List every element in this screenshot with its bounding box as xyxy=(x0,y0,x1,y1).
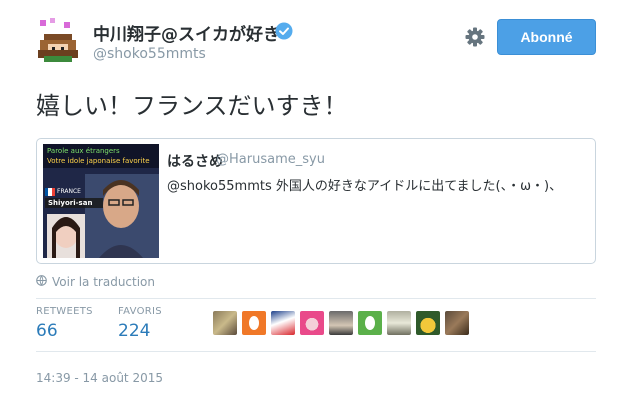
translate-link-label[interactable]: Voir la traduction xyxy=(52,275,155,289)
tweet-text: 嬉しい！フランスだいすき！ xyxy=(36,92,348,120)
favorites-stat[interactable]: FAVORIS 224 xyxy=(118,306,162,341)
favoriter-avatar[interactable] xyxy=(416,311,440,335)
retweets-label: RETWEETS xyxy=(36,306,93,317)
quoted-tweet-text: @shoko55mmts 外国人の好きなアイドルに出てました(、・ω・)、 xyxy=(167,179,563,194)
verified-badge-icon xyxy=(275,22,293,40)
quoted-tweet-card[interactable]: Parole aux étrangers Votre idole japonai… xyxy=(36,138,596,264)
favoriter-avatar[interactable] xyxy=(387,311,411,335)
author-name[interactable]: 中川翔子@スイカが好き xyxy=(93,20,280,45)
stats-bottom-divider xyxy=(36,351,596,352)
author-handle[interactable]: @shoko55mmts xyxy=(93,46,206,62)
favoriter-avatar[interactable] xyxy=(213,311,237,335)
favoriter-avatar[interactable] xyxy=(271,311,295,335)
stats-top-divider xyxy=(36,298,596,299)
follow-button[interactable]: Abonné xyxy=(497,19,596,55)
favoriter-avatar[interactable] xyxy=(358,311,382,335)
favorites-count[interactable]: 224 xyxy=(118,321,162,341)
favoriter-avatar[interactable] xyxy=(445,311,469,335)
thumbnail-caption-1: Parole aux étrangers xyxy=(47,147,120,155)
thumbnail-flag-label: FRANCE xyxy=(57,188,81,195)
globe-icon xyxy=(36,275,47,289)
retweets-count[interactable]: 66 xyxy=(36,321,93,341)
thumbnail-person-label: Shiyori-san xyxy=(48,199,93,207)
favoriter-avatar[interactable] xyxy=(300,311,324,335)
favoriters-avatar-list xyxy=(213,311,469,335)
favorites-label: FAVORIS xyxy=(118,306,162,317)
translate-link[interactable]: Voir la traduction xyxy=(36,275,155,289)
quoted-tweet-thumbnail[interactable]: Parole aux étrangers Votre idole japonai… xyxy=(43,144,159,258)
gear-icon[interactable] xyxy=(464,26,486,48)
favoriter-avatar[interactable] xyxy=(242,311,266,335)
tweet-timestamp[interactable]: 14:39 - 14 août 2015 xyxy=(36,371,163,385)
author-avatar[interactable] xyxy=(34,16,82,64)
quoted-tweet-author-handle[interactable]: @Harusame_syu xyxy=(216,152,325,167)
retweets-stat[interactable]: RETWEETS 66 xyxy=(36,306,93,341)
quoted-tweet-author-name[interactable]: はるさめ xyxy=(167,151,223,171)
thumbnail-caption-2: Votre idole japonaise favorite xyxy=(47,157,150,165)
favoriter-avatar[interactable] xyxy=(329,311,353,335)
